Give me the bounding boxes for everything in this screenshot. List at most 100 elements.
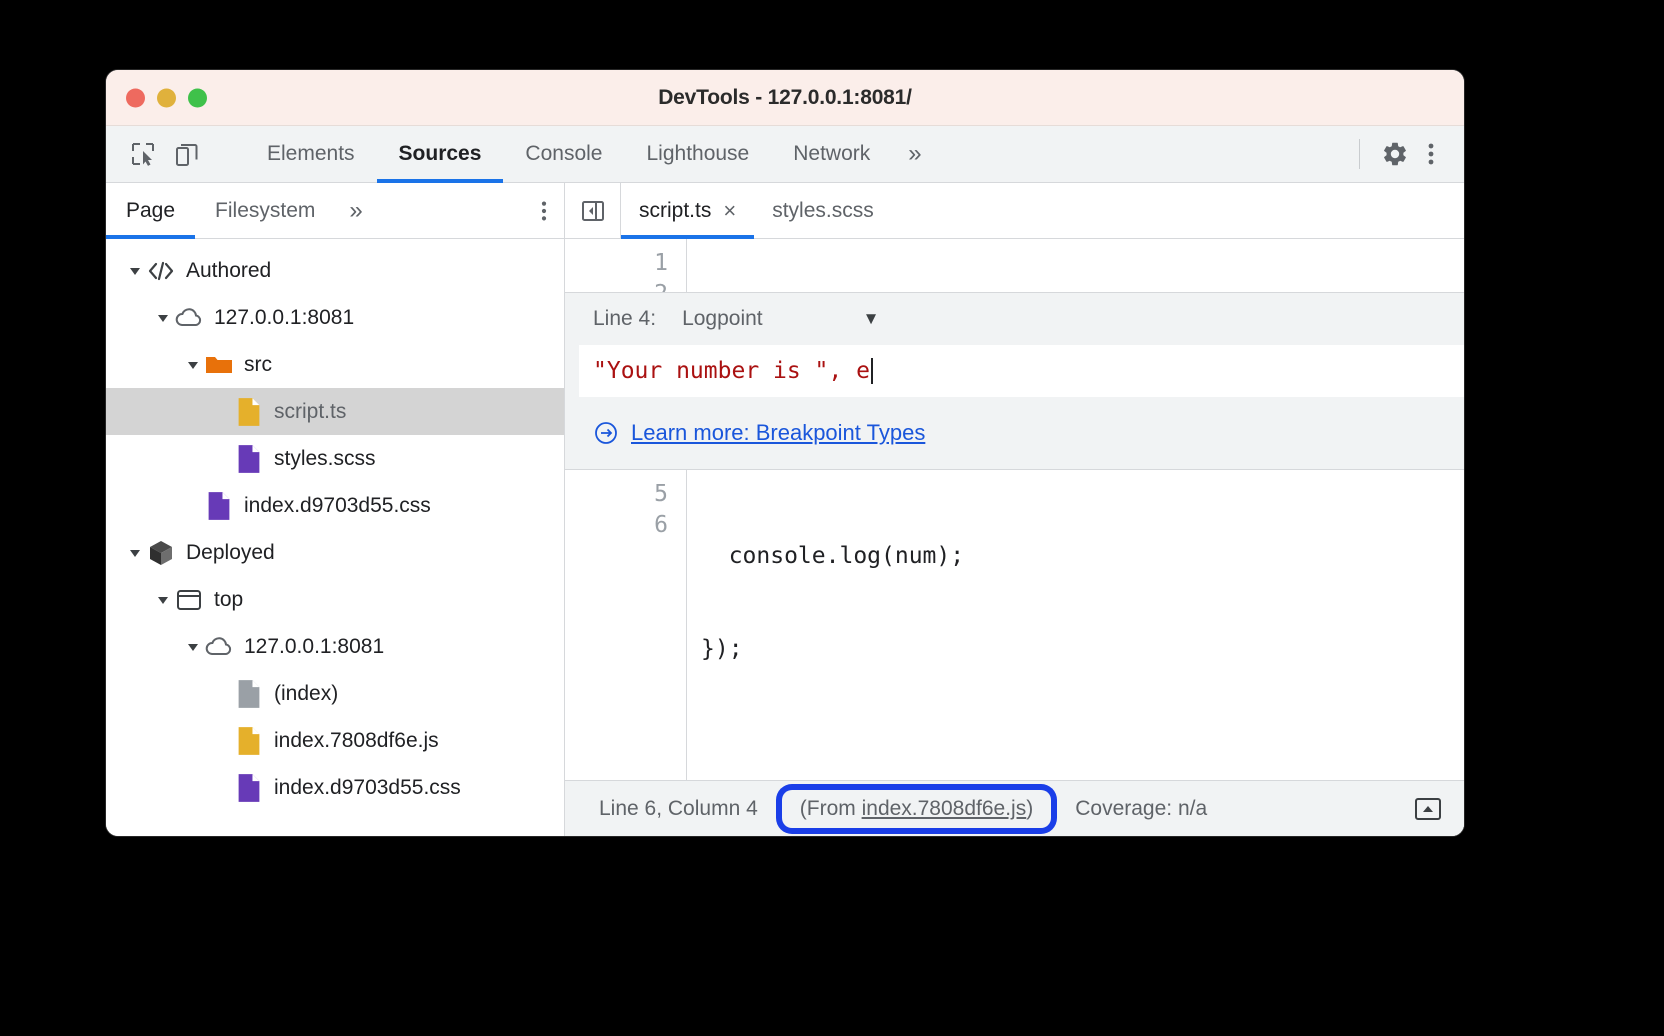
tab-sources[interactable]: Sources [377,126,504,182]
line-number[interactable]: 2 [565,279,686,292]
tree-spacer [212,730,234,752]
tree-row-deployed-host[interactable]: 127.0.0.1:8081 [106,623,564,670]
devtools-toolbar: Elements Sources Console Lighthouse Netw… [106,126,1464,183]
tree-row-authored-host[interactable]: 127.0.0.1:8081 [106,294,564,341]
coverage-label: Coverage: n/a [1059,797,1223,821]
tree-spacer [212,683,234,705]
tree-row-deployed[interactable]: Deployed [106,529,564,576]
editor-tab-styles-scss-label: styles.scss [772,199,874,223]
source-origin-file-link[interactable]: index.7808df6e.js [862,797,1027,820]
collapse-sidebar-icon[interactable] [565,183,621,238]
tab-elements[interactable]: Elements [245,126,377,182]
line-number[interactable]: 1 [565,248,686,279]
tree-spacer [212,448,234,470]
tree-label-src: src [244,353,272,377]
chevron-down-icon[interactable]: ▼ [863,309,880,329]
device-toolbar-icon[interactable] [172,139,202,169]
tree-spacer [212,401,234,423]
file-gray-icon [234,679,264,709]
tab-elements-label: Elements [267,142,355,166]
close-window-button[interactable] [126,88,145,107]
chevron-down-icon[interactable] [124,542,146,564]
file-purple-icon [204,491,234,521]
editor-tab-script-ts-label: script.ts [639,199,711,223]
line-number[interactable]: 5 [565,479,686,510]
navigator-more-glyph: » [349,197,362,225]
file-yellow-icon [234,397,264,427]
subtab-filesystem-label: Filesystem [215,199,315,223]
tree-row-authored[interactable]: Authored [106,247,564,294]
cloud-icon [204,632,234,662]
tree-row-index-js[interactable]: index.7808df6e.js [106,717,564,764]
tab-sources-label: Sources [399,142,482,166]
minimize-window-button[interactable] [157,88,176,107]
logpoint-expression-input[interactable]: "Your number is ", e [579,345,1464,397]
folder-orange-icon [204,350,234,380]
tree-row-src[interactable]: src [106,341,564,388]
devtools-window: DevTools - 127.0.0.1:8081/ [106,70,1464,836]
logpoint-editor: Line 4: Logpoint ▼ "Your number is ", e [565,292,1464,470]
gear-icon[interactable] [1380,139,1410,169]
code-brackets-icon [146,256,176,286]
chevron-down-icon[interactable] [124,260,146,282]
maximize-window-button[interactable] [188,88,207,107]
editor-tab-styles-scss[interactable]: styles.scss [754,183,892,238]
code-content-lower[interactable]: console.log(num); }); [687,470,1464,780]
tree-row-styles-scss[interactable]: styles.scss [106,435,564,482]
logpoint-type-select[interactable]: Logpoint ▼ [682,307,879,331]
code-content[interactable]: document.querySelector('button')?.addEve… [687,239,1464,292]
chevron-down-icon[interactable] [182,636,204,658]
tree-row-script-ts[interactable]: script.ts [106,388,564,435]
subtab-page-label: Page [126,199,175,223]
line-number[interactable]: 6 [565,510,686,541]
navigator-more-chevron-icon[interactable]: » [335,183,376,238]
chevron-down-icon[interactable] [152,307,174,329]
tree-label-index: (index) [274,682,338,706]
editor-tab-script-ts[interactable]: script.ts × [621,183,754,238]
navigator-tabs-spacer [377,183,524,238]
subtab-page[interactable]: Page [106,183,195,238]
tree-row-top[interactable]: top [106,576,564,623]
chevron-down-icon[interactable] [152,589,174,611]
line-number-gutter[interactable]: 1 2 3 ·· 4 [565,239,687,292]
tree-spacer [182,495,204,517]
navigator-kebab-menu-icon[interactable] [524,183,564,238]
close-icon[interactable]: × [723,198,736,224]
navigator-tabs: Page Filesystem » [106,183,564,239]
tree-row-deployed-index-css[interactable]: index.d9703d55.css [106,764,564,811]
chevron-down-icon[interactable] [182,354,204,376]
toolbar-left-icons [106,126,245,182]
learn-more-breakpoint-types-link[interactable]: Learn more: Breakpoint Types [631,420,925,446]
tab-lighthouse[interactable]: Lighthouse [624,126,771,182]
panel-tabs: Elements Sources Console Lighthouse Netw… [245,126,1359,182]
tree-row-index[interactable]: (index) [106,670,564,717]
tab-network[interactable]: Network [771,126,892,182]
tree-row-authored-index-css[interactable]: index.d9703d55.css [106,482,564,529]
kebab-menu-icon[interactable] [1416,139,1446,169]
subtab-filesystem[interactable]: Filesystem [195,183,335,238]
navigator-sidebar: Page Filesystem » [106,183,565,836]
more-tabs-chevron-icon[interactable]: » [892,126,937,182]
frame-icon [174,585,204,615]
code-line-6: }); [687,634,1464,665]
window-controls[interactable] [126,88,207,107]
file-tree: Authored 127.0.0.1:8081 [106,239,564,836]
logpoint-header: Line 4: Logpoint ▼ [565,293,1464,345]
tree-label-styles-scss: styles.scss [274,447,376,471]
file-purple-icon [234,773,264,803]
line-number-gutter-lower[interactable]: 5 6 [565,470,687,780]
editor-pane: script.ts × styles.scss 1 2 3 ·· [565,183,1464,836]
tree-label-deployed-host: 127.0.0.1:8081 [244,635,384,659]
tree-label-index-js: index.7808df6e.js [274,729,439,753]
source-origin-badge[interactable]: (From index.7808df6e.js) [782,790,1051,828]
inspect-element-icon[interactable] [128,139,158,169]
tree-label-top: top [214,588,243,612]
toolbar-divider-right [1359,139,1360,169]
tree-label-script-ts: script.ts [274,400,346,424]
tree-label-deployed: Deployed [186,541,275,565]
code-viewer-lower: 5 6 console.log(num); }); [565,470,1464,780]
show-drawer-icon[interactable] [1406,789,1450,829]
logpoint-line-label: Line 4: [593,307,656,331]
tab-console[interactable]: Console [503,126,624,182]
code-line-5: console.log(num); [687,541,1464,572]
